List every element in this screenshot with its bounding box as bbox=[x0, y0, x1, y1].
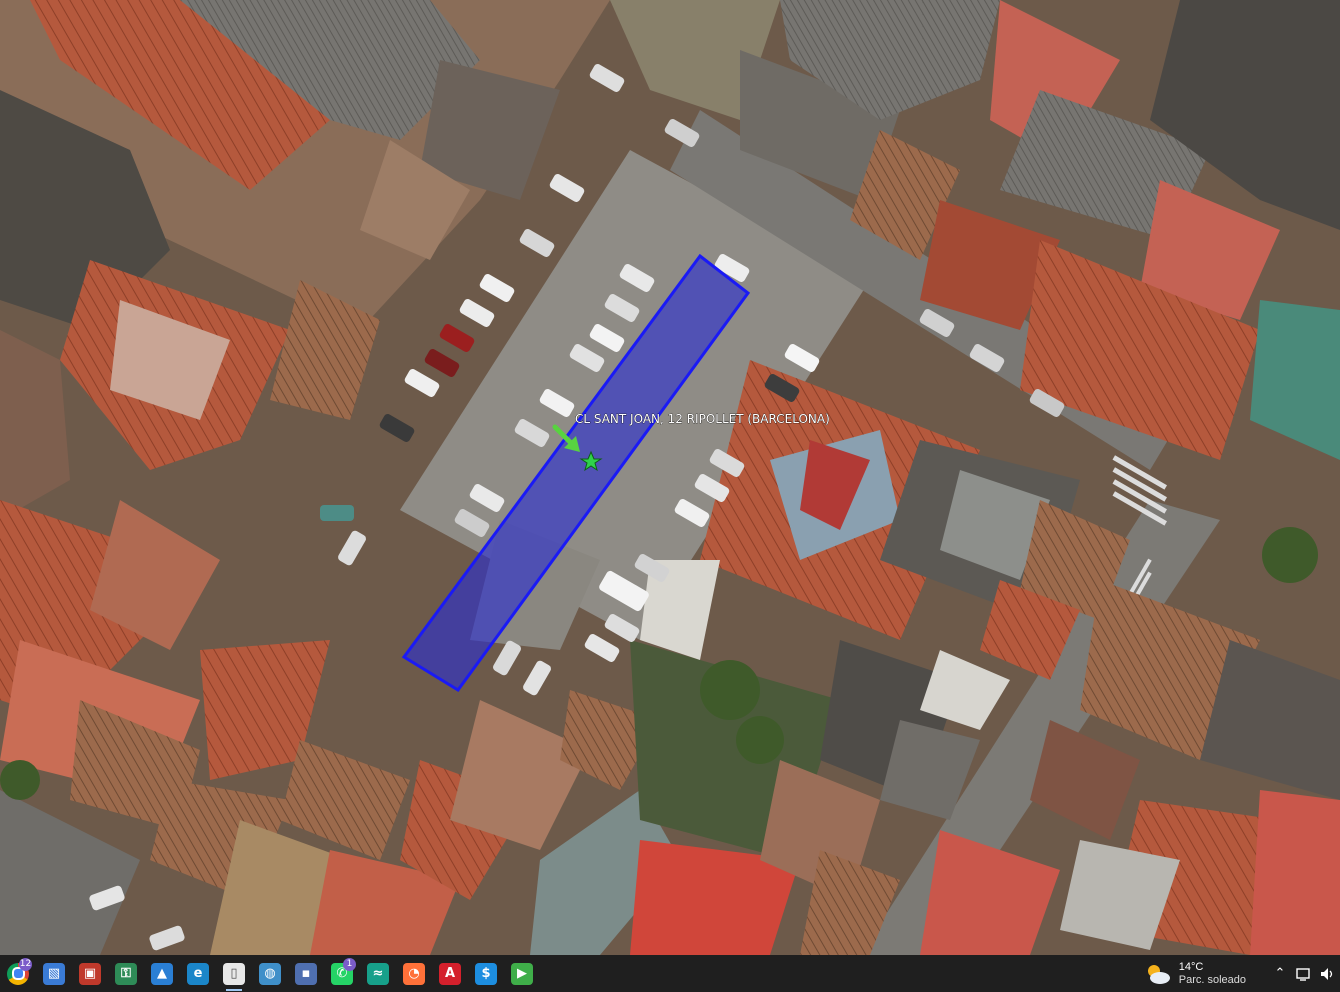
taskbar-earth-button[interactable]: ◍ bbox=[252, 955, 288, 992]
taskbar-firefox-button[interactable]: ◔ bbox=[396, 955, 432, 992]
taskbar-acrobat-button[interactable]: A bbox=[432, 955, 468, 992]
gallery-icon: ▲ bbox=[151, 962, 173, 985]
store-icon: ▣ bbox=[79, 962, 101, 985]
whatsapp-notification-badge: 1 bbox=[343, 958, 356, 971]
network-icon[interactable] bbox=[1292, 955, 1316, 992]
weather-description: Parc. soleado bbox=[1178, 973, 1246, 986]
partly-sunny-icon bbox=[1147, 964, 1170, 984]
document-icon: ▯ bbox=[223, 962, 245, 985]
edge-icon: e bbox=[187, 962, 209, 985]
taskbar-player-button[interactable]: ▶ bbox=[504, 955, 540, 992]
satellite-map[interactable]: CL SANT JOAN, 12 RIPOLLET (BARCELONA) bbox=[0, 0, 1340, 955]
chrome-notification-badge: 12 bbox=[19, 958, 32, 971]
taskbar-store-button[interactable]: ▣ bbox=[72, 955, 108, 992]
taskbar-edge-button[interactable]: e bbox=[180, 955, 216, 992]
firefox-icon: ◔ bbox=[403, 962, 425, 985]
wave-app-icon: ≈ bbox=[367, 962, 389, 985]
windows-taskbar: 12 ▧ ▣ ⚿ ▲ e ▯ ◍ ▪ ✆ 1 ≈ ◔ A $ ▶ 14°C Parc. soleado ⌃ bbox=[0, 955, 1340, 992]
dollar-app-icon: $ bbox=[475, 962, 497, 985]
chevron-up-icon[interactable]: ⌃ bbox=[1268, 955, 1292, 992]
taskbar-photos-button[interactable]: ▧ bbox=[36, 955, 72, 992]
volume-icon[interactable] bbox=[1316, 955, 1340, 992]
taskbar-app-list: 12 ▧ ▣ ⚿ ▲ e ▯ ◍ ▪ ✆ 1 ≈ ◔ A $ ▶ bbox=[0, 955, 540, 992]
taskbar-dollar-app-button[interactable]: $ bbox=[468, 955, 504, 992]
taskbar-document-button[interactable]: ▯ bbox=[216, 955, 252, 992]
taskbar-save-disk-button[interactable]: ▪ bbox=[288, 955, 324, 992]
weather-widget[interactable]: 14°C Parc. soleado bbox=[1145, 961, 1246, 987]
photos-icon: ▧ bbox=[43, 962, 65, 985]
earth-icon: ◍ bbox=[259, 962, 281, 985]
acrobat-icon: A bbox=[439, 962, 461, 985]
taskbar-lock-app-button[interactable]: ⚿ bbox=[108, 955, 144, 992]
taskbar-gallery-button[interactable]: ▲ bbox=[144, 955, 180, 992]
taskbar-whatsapp-button[interactable]: ✆ 1 bbox=[324, 955, 360, 992]
weather-temperature: 14°C bbox=[1178, 960, 1204, 973]
taskbar-wave-app-button[interactable]: ≈ bbox=[360, 955, 396, 992]
system-tray: 14°C Parc. soleado ⌃ bbox=[1145, 955, 1340, 992]
taskbar-chrome-button[interactable]: 12 bbox=[0, 955, 36, 992]
player-icon: ▶ bbox=[511, 962, 533, 985]
lock-app-icon: ⚿ bbox=[115, 962, 137, 985]
placemark-label[interactable]: CL SANT JOAN, 12 RIPOLLET (BARCELONA) bbox=[575, 412, 830, 427]
save-disk-icon: ▪ bbox=[295, 962, 317, 985]
